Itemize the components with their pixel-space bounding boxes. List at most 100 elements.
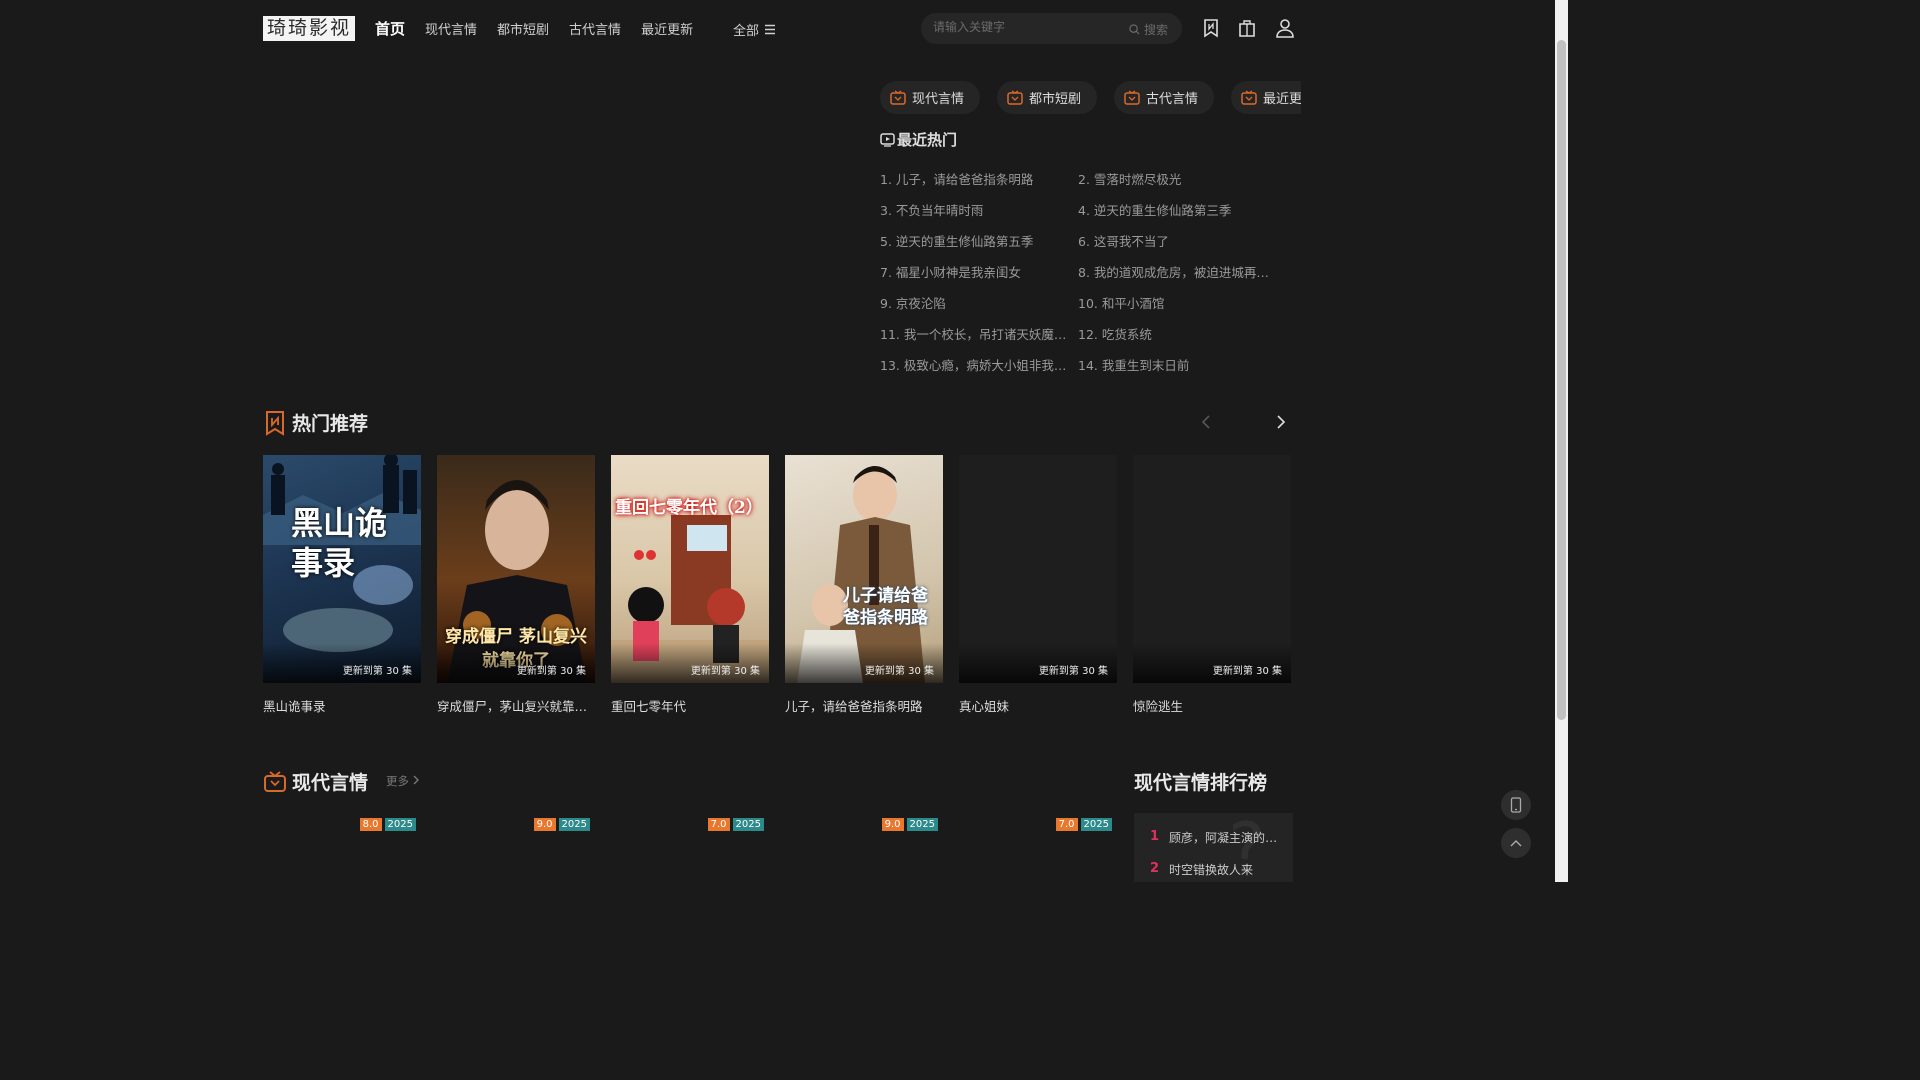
tag-ancient-romance[interactable]: 古代言情 bbox=[1114, 81, 1215, 114]
menu-icon bbox=[765, 24, 776, 35]
drama-poster[interactable]: 重回七零年代（2） 更新到第 30 集 bbox=[611, 455, 769, 683]
score-badge: 9.0 bbox=[881, 818, 904, 831]
poster-title-art: 黑山诡事录 bbox=[291, 504, 388, 582]
drama-card[interactable]: 更新到第 30 集 真心姐妹 bbox=[959, 455, 1117, 715]
search-box: 搜索 bbox=[921, 13, 1182, 44]
tag-label: 古代言情 bbox=[1146, 92, 1199, 107]
tag-recent-updates[interactable]: 最近更新 bbox=[1231, 81, 1301, 114]
drama-title[interactable]: 真心姐妹 bbox=[959, 696, 1117, 715]
ranking-item[interactable]: 2 时空错换故人来 bbox=[1150, 861, 1280, 878]
year-badge: 2025 bbox=[1080, 818, 1112, 831]
hot-list-title-text: 最近热门 bbox=[897, 131, 958, 149]
more-link[interactable]: 更多 bbox=[386, 773, 420, 789]
nav-all-button[interactable]: 全部 bbox=[733, 20, 776, 39]
hot-item[interactable]: 4. 逆天的重生修仙路第三季 bbox=[1078, 202, 1276, 220]
main-nav: 首页 现代言情 都市短剧 古代言情 最近更新 bbox=[375, 0, 713, 57]
year-badge: 2025 bbox=[732, 818, 764, 831]
tag-urban-short[interactable]: 都市短剧 bbox=[997, 81, 1098, 114]
hot-item[interactable]: 13. 极致心瘾，病娇大小姐非我不可 bbox=[880, 357, 1078, 375]
recommend-section-title: 热门推荐 bbox=[263, 409, 368, 436]
tag-label: 都市短剧 bbox=[1029, 92, 1082, 107]
bookmark-icon[interactable] bbox=[1201, 18, 1221, 38]
chevron-up-icon bbox=[1510, 840, 1522, 847]
tag-label: 最近更新 bbox=[1263, 92, 1301, 107]
drama-poster[interactable]: 更新到第 30 集 bbox=[959, 455, 1117, 683]
chevron-right-icon bbox=[413, 775, 419, 785]
hot-item[interactable]: 7. 福星小财神是我亲闺女 bbox=[880, 264, 1078, 282]
modern-section-title: 现代言情 bbox=[263, 768, 368, 795]
modern-title-text: 现代言情 bbox=[292, 772, 369, 794]
nav-all-label: 全部 bbox=[733, 24, 760, 39]
ranking-list: ? 1 顾彦，阿凝主演的短剧 2 时空错换故人来 bbox=[1134, 813, 1293, 882]
hot-item[interactable]: 2. 雪落时燃尽极光 bbox=[1078, 171, 1276, 189]
mobile-button[interactable] bbox=[1501, 790, 1531, 820]
poster-title-art: 儿子请给爸爸指条明路 bbox=[843, 586, 928, 628]
drama-card[interactable]: 8.0 2025 bbox=[263, 817, 421, 882]
drama-title[interactable]: 儿子，请给爸爸指条明路 bbox=[785, 696, 943, 715]
rank-name: 顾彦，阿凝主演的短剧 bbox=[1169, 831, 1280, 845]
hot-item[interactable]: 9. 京夜沦陷 bbox=[880, 295, 1078, 313]
episode-label: 更新到第 30 集 bbox=[1038, 666, 1108, 677]
back-to-top-button[interactable] bbox=[1501, 828, 1531, 858]
hot-item[interactable]: 5. 逆天的重生修仙路第五季 bbox=[880, 233, 1078, 251]
hot-item[interactable]: 11. 我一个校长，吊打诸天妖魔很合理吧 bbox=[880, 326, 1078, 344]
nav-home[interactable]: 首页 bbox=[375, 18, 405, 39]
scrollbar-thumb[interactable] bbox=[1557, 40, 1566, 720]
drama-title[interactable]: 黑山诡事录 bbox=[263, 696, 421, 715]
episode-label: 更新到第 30 集 bbox=[690, 666, 760, 677]
drama-poster[interactable]: 黑山诡事录 更新到第 30 集 bbox=[263, 455, 421, 683]
hot-item[interactable]: 10. 和平小酒馆 bbox=[1078, 295, 1276, 313]
tv-icon bbox=[1124, 90, 1140, 105]
nav-recent-updates[interactable]: 最近更新 bbox=[641, 19, 693, 38]
tag-modern-romance[interactable]: 现代言情 bbox=[880, 81, 981, 114]
drama-card[interactable]: 更新到第 30 集 惊险逃生 bbox=[1133, 455, 1291, 715]
hot-item[interactable]: 1. 儿子，请给爸爸指条明路 bbox=[880, 171, 1078, 189]
score-badge: 7.0 bbox=[1055, 818, 1078, 831]
user-icon[interactable] bbox=[1275, 18, 1295, 38]
drama-card[interactable]: 黑山诡事录 更新到第 30 集 黑山诡事录 bbox=[263, 455, 421, 715]
header: 琦琦影视 首页 现代言情 都市短剧 古代言情 最近更新 全部 搜索 bbox=[0, 0, 1555, 57]
ranking-item[interactable]: 1 顾彦，阿凝主演的短剧 bbox=[1150, 829, 1280, 846]
drama-title[interactable]: 惊险逃生 bbox=[1133, 696, 1291, 715]
episode-label: 更新到第 30 集 bbox=[1212, 666, 1282, 677]
drama-poster[interactable]: 更新到第 30 集 bbox=[1133, 455, 1291, 683]
hot-item[interactable]: 14. 我重生到末日前 bbox=[1078, 357, 1276, 375]
nav-ancient-romance[interactable]: 古代言情 bbox=[569, 19, 621, 38]
rank-name: 时空错换故人来 bbox=[1169, 863, 1254, 877]
carousel-next-icon[interactable] bbox=[1276, 414, 1286, 430]
hot-item[interactable]: 8. 我的道观成危房，被迫进城再创业 bbox=[1078, 264, 1276, 282]
drama-card[interactable]: 9.0 2025 bbox=[785, 817, 943, 882]
drama-card[interactable]: 穿成僵尸 茅山复兴就靠你了 更新到第 30 集 穿成僵尸，茅山复兴就靠你了 bbox=[437, 455, 595, 715]
hot-list: 1. 儿子，请给爸爸指条明路 2. 雪落时燃尽极光 3. 不负当年晴时雨 4. … bbox=[880, 171, 1280, 375]
year-badge: 2025 bbox=[384, 818, 416, 831]
episode-label: 更新到第 30 集 bbox=[864, 666, 934, 677]
shopping-bag-icon[interactable] bbox=[1237, 18, 1257, 38]
rank-number: 1 bbox=[1150, 829, 1160, 844]
nav-modern-romance[interactable]: 现代言情 bbox=[425, 19, 477, 38]
nav-urban-short[interactable]: 都市短剧 bbox=[497, 19, 549, 38]
drama-poster[interactable]: 穿成僵尸 茅山复兴就靠你了 更新到第 30 集 bbox=[437, 455, 595, 683]
site-logo[interactable]: 琦琦影视 bbox=[263, 16, 355, 41]
drama-card[interactable]: 9.0 2025 bbox=[437, 817, 595, 882]
drama-card[interactable]: 重回七零年代（2） 更新到第 30 集 重回七零年代 bbox=[611, 455, 769, 715]
search-input[interactable] bbox=[933, 20, 1123, 34]
recommend-cards: 黑山诡事录 更新到第 30 集 黑山诡事录 穿成僵尸 茅山复兴就靠你了 更新到第… bbox=[263, 455, 1291, 715]
bookmark-icon bbox=[266, 410, 284, 436]
search-button[interactable]: 搜索 bbox=[1129, 21, 1168, 38]
tag-label: 现代言情 bbox=[912, 92, 965, 107]
poster-title-art: 重回七零年代（2） bbox=[615, 498, 763, 518]
drama-title[interactable]: 重回七零年代 bbox=[611, 696, 769, 715]
search-icon bbox=[1129, 24, 1140, 35]
page-scrollbar[interactable] bbox=[1555, 0, 1568, 882]
hot-item[interactable]: 6. 这哥我不当了 bbox=[1078, 233, 1276, 251]
drama-card[interactable]: 7.0 2025 bbox=[959, 817, 1117, 882]
hot-item[interactable]: 3. 不负当年晴时雨 bbox=[880, 202, 1078, 220]
hot-item[interactable]: 12. 吃货系统 bbox=[1078, 326, 1276, 344]
category-tags: 现代言情 都市短剧 古代言情 最近更新 bbox=[880, 81, 1301, 115]
hot-list-title: 最近热门 bbox=[880, 129, 957, 150]
drama-card[interactable]: 儿子请给爸爸指条明路 更新到第 30 集 儿子，请给爸爸指条明路 bbox=[785, 455, 943, 715]
drama-title[interactable]: 穿成僵尸，茅山复兴就靠你了 bbox=[437, 696, 595, 715]
carousel-prev-icon[interactable] bbox=[1201, 414, 1211, 430]
drama-card[interactable]: 7.0 2025 bbox=[611, 817, 769, 882]
drama-poster[interactable]: 儿子请给爸爸指条明路 更新到第 30 集 bbox=[785, 455, 943, 683]
